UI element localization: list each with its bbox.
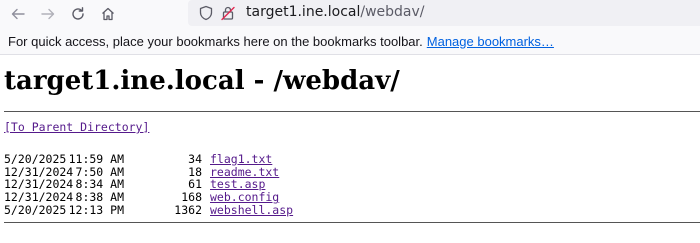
- forward-button[interactable]: [36, 2, 60, 26]
- url-text[interactable]: target1.ine.local/webdav/: [246, 4, 425, 20]
- manage-bookmarks-link[interactable]: Manage bookmarks…: [427, 34, 554, 49]
- file-size: 34: [188, 151, 202, 166]
- divider-top: [4, 111, 700, 112]
- file-listing: 5/20/2025 11:59 AM 34 flag1.txt 12/31/2024 7:…: [4, 151, 700, 217]
- file-date: 5/20/2025: [4, 151, 67, 166]
- address-bar[interactable]: target1.ine.local/webdav/: [188, 0, 700, 26]
- forward-arrow-icon: [41, 8, 55, 20]
- browser-toolbar: target1.ine.local/webdav/: [0, 0, 700, 28]
- page-title: target1.ine.local - /webdav/: [4, 66, 400, 96]
- reload-button[interactable]: [66, 2, 90, 26]
- file-row: 5/20/2025 11:59 AM 34 flag1.txt: [4, 151, 700, 166]
- back-arrow-icon: [11, 8, 25, 20]
- url-host: target1.ine.local: [246, 4, 361, 20]
- reload-icon: [72, 7, 84, 20]
- page-content: target1.ine.local - /webdav/ [To Parent …: [0, 55, 700, 223]
- home-icon: [102, 7, 114, 21]
- divider-bottom: [4, 221, 700, 223]
- file-time: 12:13 PM: [68, 202, 124, 217]
- file-size: 1362: [174, 202, 202, 217]
- home-button[interactable]: [96, 2, 120, 26]
- back-button[interactable]: [6, 2, 30, 26]
- bookmarks-empty-message: For quick access, place your bookmarks h…: [8, 33, 423, 49]
- url-path: /webdav/: [360, 4, 425, 20]
- file-time: 11:59 AM: [68, 151, 124, 166]
- parent-directory-link[interactable]: [To Parent Directory]: [4, 120, 149, 134]
- file-row: 5/20/2025 12:13 PM 1362 webshell.asp: [4, 204, 700, 217]
- file-date: 5/20/2025: [4, 202, 67, 217]
- insecure-lock-icon[interactable]: [220, 5, 236, 21]
- tracking-protection-shield-icon[interactable]: [198, 5, 214, 21]
- file-link[interactable]: webshell.asp: [210, 203, 293, 217]
- parent-directory-row: [To Parent Directory]: [4, 121, 700, 134]
- bookmarks-toolbar: For quick access, place your bookmarks h…: [0, 28, 700, 55]
